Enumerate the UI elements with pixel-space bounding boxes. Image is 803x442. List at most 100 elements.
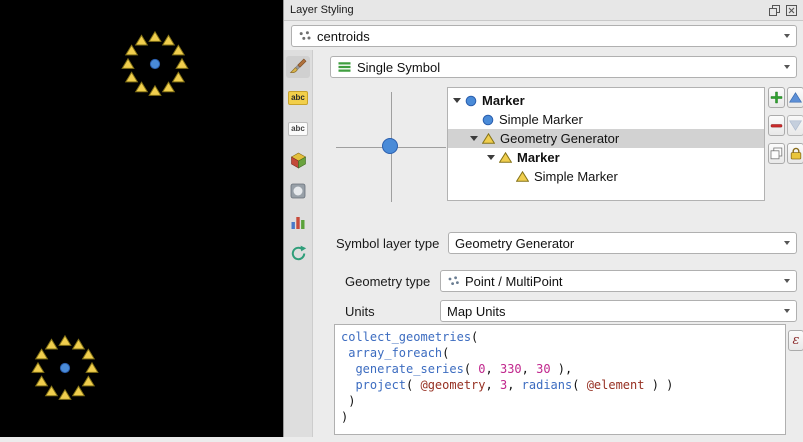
callouts-abc-icon: abc (288, 122, 308, 136)
triangle-marker (163, 82, 175, 92)
expression-line: collect_geometries( (341, 329, 779, 345)
expression-line: ) (341, 409, 779, 425)
duplicate-icon (770, 147, 783, 160)
sidebar-item-diagrams[interactable] (286, 211, 310, 233)
symbol-layers-tree: Marker Simple Marker Geometry Generator Mar… (447, 87, 765, 201)
triangle-marker (36, 349, 48, 359)
layer-selector[interactable]: centroids (291, 25, 797, 47)
point-geometry-icon (447, 275, 460, 287)
add-symbol-layer-button[interactable] (768, 87, 785, 108)
triangle-marker (32, 363, 44, 373)
geometry-type-value: Point / MultiPoint (465, 274, 563, 289)
triangle-marker (73, 386, 85, 396)
centroid-point (150, 59, 159, 68)
triangle-up-icon (789, 92, 802, 103)
geometry-type-selector[interactable]: Point / MultiPoint (440, 270, 797, 292)
renderer-selector[interactable]: Single Symbol (330, 56, 797, 78)
symbol-layer-buttons (768, 87, 803, 164)
triangle-marker (46, 386, 58, 396)
cube-3d-icon (290, 152, 307, 169)
renderer-selector-value: Single Symbol (357, 60, 440, 75)
sidebar-item-3d-view[interactable] (286, 149, 310, 171)
sidebar-item-labels[interactable]: abc (286, 87, 310, 109)
triangle-marker (136, 35, 148, 45)
triangle-marker (86, 363, 98, 373)
triangle-marker (59, 390, 71, 400)
marker-yellow-triangle-icon (482, 133, 495, 144)
symbol-tree-row[interactable]: Marker (448, 91, 764, 110)
indent-spacer (469, 114, 480, 125)
marker-yellow-triangle-icon (499, 152, 512, 163)
paintbrush-icon (289, 58, 307, 76)
triangle-marker (173, 72, 185, 82)
single-symbol-icon (337, 61, 352, 73)
qgis-window: Layer Styling centroids abc abc Single Sy… (0, 0, 803, 437)
panel-titlebar: Layer Styling (284, 0, 803, 21)
marker-yellow-triangle-icon (516, 171, 529, 182)
centroid-point (60, 363, 69, 372)
remove-symbol-layer-button[interactable] (768, 115, 785, 136)
panel-window-controls (768, 4, 797, 16)
sidebar-item-callouts[interactable]: abc (286, 118, 310, 140)
move-up-button[interactable] (787, 87, 803, 108)
map-canvas[interactable] (0, 0, 283, 437)
triangle-marker (36, 376, 48, 386)
sidebar-item-history[interactable] (286, 242, 310, 264)
triangle-down-icon (789, 120, 802, 131)
float-window-icon[interactable] (768, 4, 780, 16)
sidebar-item-symbology[interactable] (286, 56, 310, 78)
indent-spacer (503, 171, 514, 182)
diagrams-icon (290, 214, 306, 230)
symbol-tree-row[interactable]: Simple Marker (448, 167, 764, 186)
history-icon (290, 245, 307, 262)
expand-collapse-icon[interactable] (486, 152, 497, 163)
marker-blue-circle-icon (482, 114, 494, 126)
triangle-marker (46, 339, 58, 349)
symbol-preview-marker (382, 138, 398, 154)
triangle-marker (176, 59, 188, 69)
triangle-marker (83, 376, 95, 386)
triangle-marker (126, 45, 138, 55)
triangle-marker (126, 72, 138, 82)
layer-styling-panel: Layer Styling centroids abc abc Single Sy… (283, 0, 803, 437)
expression-editor[interactable]: collect_geometries( array_foreach( gener… (334, 324, 786, 435)
duplicate-symbol-layer-button[interactable] (768, 143, 785, 164)
triangle-marker (73, 339, 85, 349)
symbol-layer-type-selector[interactable]: Geometry Generator (448, 232, 797, 254)
sidebar-item-masks[interactable] (286, 180, 310, 202)
triangle-marker (149, 86, 161, 96)
expression-line: project( @geometry, 3, radians( @element… (341, 377, 779, 393)
expression-line: generate_series( 0, 330, 30 ), (341, 361, 779, 377)
symbol-tree-label: Geometry Generator (500, 131, 619, 146)
triangle-marker (149, 32, 161, 42)
point-layer-icon (298, 30, 312, 42)
map-markers-layer (0, 0, 283, 437)
expand-collapse-icon[interactable] (469, 133, 480, 144)
symbol-tree-label: Simple Marker (499, 112, 583, 127)
close-icon[interactable] (785, 4, 797, 16)
panel-title: Layer Styling (290, 4, 354, 16)
symbol-tree-row[interactable]: Geometry Generator (448, 129, 764, 148)
triangle-marker (122, 59, 134, 69)
styling-tabs-toolbar: abc abc (284, 50, 313, 437)
marker-blue-circle-icon (465, 95, 477, 107)
symbol-tree-row[interactable]: Simple Marker (448, 110, 764, 129)
symbol-layer-type-value: Geometry Generator (455, 236, 574, 251)
geometry-type-label: Geometry type (345, 270, 430, 292)
symbol-tree-label: Marker (517, 150, 560, 165)
triangle-marker (173, 45, 185, 55)
lock-icon (790, 147, 802, 160)
expression-line: ) (341, 393, 779, 409)
symbol-tree-label: Marker (482, 93, 525, 108)
triangle-marker (163, 35, 175, 45)
units-selector[interactable]: Map Units (440, 300, 797, 322)
triangle-marker (136, 82, 148, 92)
expand-collapse-icon[interactable] (452, 95, 463, 106)
expression-builder-button[interactable]: ε (788, 330, 803, 351)
symbol-tree-row[interactable]: Marker (448, 148, 764, 167)
move-down-button[interactable] (787, 115, 803, 136)
lock-color-button[interactable] (787, 143, 803, 164)
triangle-marker (83, 349, 95, 359)
units-label: Units (345, 300, 375, 322)
expression-line: array_foreach( (341, 345, 779, 361)
